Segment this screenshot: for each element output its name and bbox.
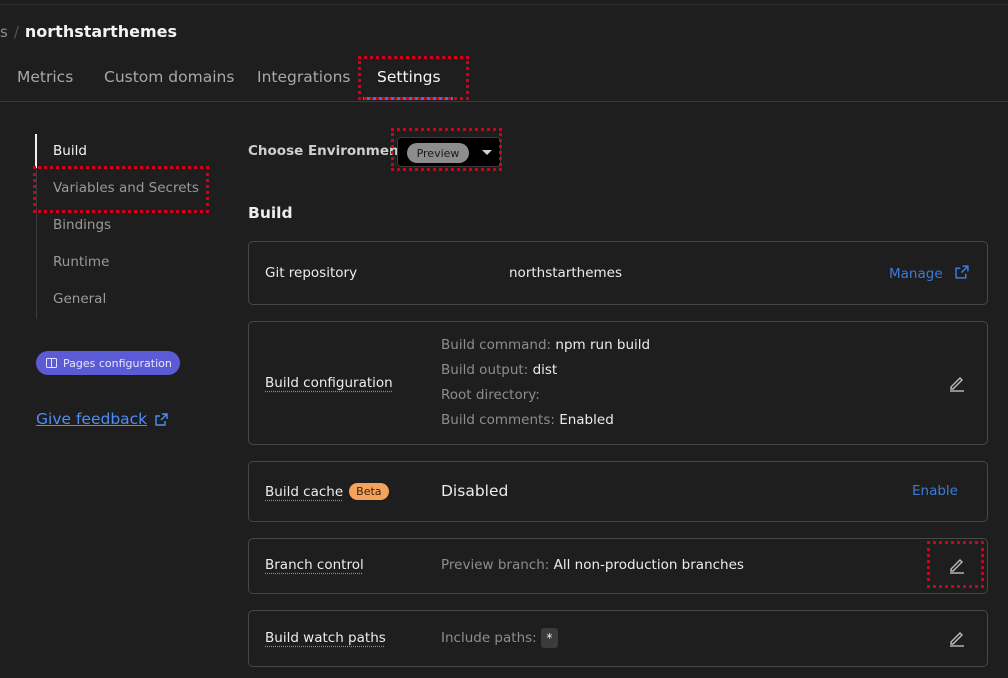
sidebar-active-indicator	[35, 134, 37, 168]
include-paths-key: Include paths:	[441, 630, 537, 646]
document-icon	[46, 358, 57, 368]
build-comments-key: Build comments:	[441, 412, 555, 428]
enable-build-cache-link[interactable]: Enable	[912, 483, 958, 499]
git-repository-card: Git repository northstarthemes Manage	[248, 241, 988, 305]
sidebar-item-general[interactable]: General	[53, 291, 106, 307]
give-feedback-label: Give feedback	[36, 410, 148, 428]
build-cache-label[interactable]: Build cache	[265, 484, 343, 500]
build-output-row: Build output: dist	[441, 362, 557, 378]
build-cache-label-wrap: Build cache Beta	[265, 483, 389, 500]
tab-bar: Metrics Custom domains Integrations Sett…	[0, 64, 1008, 102]
breadcrumb-prev[interactable]: s	[0, 23, 8, 41]
manage-label: Manage	[889, 266, 943, 282]
edit-pencil-icon[interactable]	[948, 374, 966, 392]
environment-selected-pill: Preview	[407, 143, 469, 163]
sidebar-item-build[interactable]: Build	[53, 143, 87, 159]
breadcrumb-project[interactable]: northstarthemes	[25, 22, 177, 41]
root-directory-row: Root directory:	[441, 387, 540, 403]
build-watch-paths-card: Build watch paths Include paths: *	[248, 610, 988, 667]
tab-custom-domains[interactable]: Custom domains	[104, 68, 234, 86]
build-output-value: dist	[532, 362, 558, 378]
sidebar-item-bindings[interactable]: Bindings	[53, 217, 111, 233]
top-border	[0, 4, 1008, 5]
tab-metrics[interactable]: Metrics	[17, 68, 73, 86]
sidebar-item-variables-and-secrets[interactable]: Variables and Secrets	[53, 180, 199, 196]
build-cache-card: Build cache Beta Disabled Enable	[248, 461, 988, 522]
preview-branch-row: Preview branch: All non-production branc…	[441, 557, 744, 573]
include-paths-row: Include paths: *	[441, 628, 558, 648]
external-link-icon	[155, 412, 168, 426]
external-link-icon	[955, 265, 969, 279]
breadcrumb: s / northstarthemes	[0, 22, 177, 41]
build-watch-paths-label[interactable]: Build watch paths	[265, 630, 386, 646]
environment-select[interactable]: Preview	[397, 137, 501, 167]
edit-pencil-icon[interactable]	[948, 629, 966, 647]
branch-control-card: Branch control Preview branch: All non-p…	[248, 538, 988, 594]
give-feedback-link[interactable]: Give feedback	[36, 410, 168, 428]
branch-control-label[interactable]: Branch control	[265, 557, 364, 573]
sidebar-item-runtime[interactable]: Runtime	[53, 254, 109, 270]
active-tab-indicator	[363, 97, 453, 100]
build-comments-value: Enabled	[559, 412, 614, 428]
pages-configuration-label: Pages configuration	[63, 356, 172, 370]
beta-badge: Beta	[349, 483, 389, 500]
preview-branch-value: All non-production branches	[553, 557, 744, 573]
build-output-key: Build output:	[441, 362, 529, 378]
include-paths-value: *	[540, 628, 558, 648]
root-directory-key: Root directory:	[441, 387, 540, 403]
build-section-title: Build	[248, 204, 293, 222]
chevron-down-icon	[482, 150, 492, 155]
edit-pencil-icon[interactable]	[948, 556, 966, 574]
git-repository-value[interactable]: northstarthemes	[509, 265, 622, 281]
build-command-row: Build command: npm run build	[441, 337, 650, 353]
build-configuration-label[interactable]: Build configuration	[265, 375, 393, 391]
tab-integrations[interactable]: Integrations	[257, 68, 350, 86]
breadcrumb-separator: /	[13, 23, 19, 41]
build-command-value: npm run build	[555, 337, 651, 353]
pages-configuration-badge[interactable]: Pages configuration	[36, 351, 180, 375]
choose-environment-label: Choose Environment:	[248, 143, 411, 159]
build-configuration-card: Build configuration Build command: npm r…	[248, 321, 988, 445]
tab-settings[interactable]: Settings	[377, 68, 441, 86]
manage-link[interactable]: Manage	[889, 265, 969, 282]
git-repository-label: Git repository	[265, 265, 358, 281]
tabs-divider	[0, 101, 1008, 102]
build-command-key: Build command:	[441, 337, 552, 353]
preview-branch-key: Preview branch:	[441, 557, 550, 573]
build-cache-status: Disabled	[441, 482, 509, 500]
build-comments-row: Build comments: Enabled	[441, 412, 614, 428]
